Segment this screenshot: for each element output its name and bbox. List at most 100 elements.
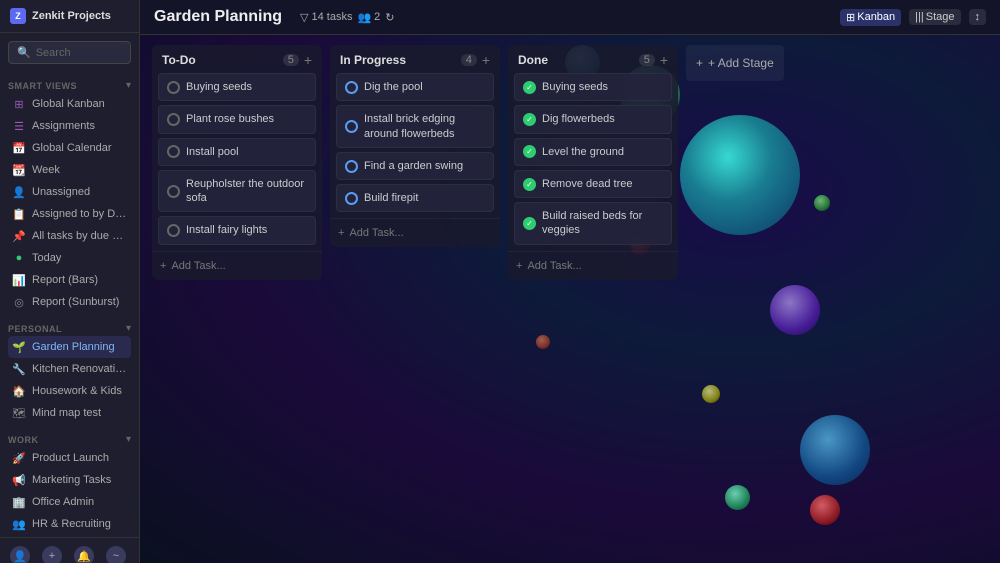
search-bar[interactable]: 🔍 [8,41,131,64]
personal-label: PERSONAL [8,324,62,334]
task-status-circle: ✓ [523,178,536,191]
sidebar-item-label: Today [32,252,61,264]
sidebar-item-label: Assignments [32,120,95,132]
calendar-icon: 📅 [12,141,26,155]
task-text: Buying seeds [542,80,608,94]
work-section: WORK ▾ 🚀 Product Launch 📢 Marketing Task… [0,426,139,537]
add-task-icon: + [338,227,344,239]
task-brick-edging[interactable]: Install brick edging around flowerbeds [336,105,494,148]
personal-header[interactable]: PERSONAL ▾ [8,321,131,336]
add-task-icon: + [516,260,522,272]
sidebar-item-label: Week [32,164,60,176]
work-chevron: ▾ [126,434,131,445]
sidebar-item-label: Office Admin [32,496,94,508]
sidebar-footer: 👤 + 🔔 ~ [0,537,139,563]
sidebar-item-all-tasks[interactable]: 📌 All tasks by due date w/o completed [8,225,131,247]
sidebar-item-label: Assigned to by Due Date [32,208,127,220]
add-task-in-progress-button[interactable]: + Add Task... [338,225,492,241]
sidebar-item-global-calendar[interactable]: 📅 Global Calendar [8,137,131,159]
add-stage-icon: + [696,56,703,70]
sidebar-item-label: Global Kanban [32,98,105,110]
task-install-pool[interactable]: Install pool [158,138,316,166]
add-stage-button[interactable]: + + Add Stage [686,45,784,81]
bubble-small-red2 [810,495,840,525]
task-text: Build raised beds for veggies [542,209,663,238]
columns-wrapper: To-Do 5 + Buying seeds Plant rose bushes [140,35,796,563]
task-buying-seeds-todo[interactable]: Buying seeds [158,73,316,101]
users-badge[interactable]: 👥 2 [357,11,380,24]
sidebar-item-product-launch[interactable]: 🚀 Product Launch [8,447,131,469]
sidebar-item-assignments[interactable]: ☰ Assignments [8,115,131,137]
main-content: Garden Planning ▽ 14 tasks 👥 2 ↻ ⊞ Kanba… [140,0,1000,563]
column-done-body: ✓ Buying seeds ✓ Dig flowerbeds ✓ Level … [508,73,678,251]
sidebar-item-label: Mind map test [32,407,101,419]
kanban-view-toggle[interactable]: ⊞ Kanban [840,9,901,26]
task-raised-beds[interactable]: ✓ Build raised beds for veggies [514,202,672,245]
sidebar-item-report-bars[interactable]: 📊 Report (Bars) [8,269,131,291]
task-build-firepit[interactable]: Build firepit [336,184,494,212]
activity-icon[interactable]: ~ [106,546,126,563]
user-icon[interactable]: 👤 [10,546,30,563]
sidebar-item-unassigned[interactable]: 👤 Unassigned [8,181,131,203]
refresh-badge[interactable]: ↻ [385,11,394,24]
column-in-progress: In Progress 4 + Dig the pool Install bri… [330,45,500,247]
sidebar-item-assigned-due[interactable]: 📋 Assigned to by Due Date [8,203,131,225]
sidebar-item-week[interactable]: 📆 Week [8,159,131,181]
sort-toggle[interactable]: ↕ [969,9,987,25]
personal-chevron: ▾ [126,323,131,334]
column-done-add[interactable]: + [660,53,668,67]
kanban-label: Kanban [857,11,895,23]
stage-view-toggle[interactable]: ||| Stage [909,9,960,25]
work-header[interactable]: WORK ▾ [8,432,131,447]
search-input[interactable] [36,47,122,59]
sidebar-item-label: Housework & Kids [32,385,122,397]
sidebar-item-garden-planning[interactable]: 🌱 Garden Planning [8,336,131,358]
sidebar-item-label: Marketing Tasks [32,474,111,486]
task-level-ground[interactable]: ✓ Level the ground [514,138,672,166]
header-right: ⊞ Kanban ||| Stage ↕ [840,9,986,26]
sidebar-item-kitchen-renovation[interactable]: 🔧 Kitchen Renovation [8,358,131,380]
sidebar-item-office-admin[interactable]: 🏢 Office Admin [8,491,131,513]
column-todo-add[interactable]: + [304,53,312,67]
task-garden-swing[interactable]: Find a garden swing [336,152,494,180]
column-done-header: Done 5 + [508,45,678,73]
bubble-large-blue2 [800,415,870,485]
task-status-circle [167,81,180,94]
task-reupholster[interactable]: Reupholster the outdoor sofa [158,170,316,213]
bell-icon[interactable]: 🔔 [74,546,94,563]
work-label: WORK [8,435,39,445]
column-in-progress-body: Dig the pool Install brick edging around… [330,73,500,218]
add-stage-label: + Add Stage [708,56,774,70]
add-task-todo-button[interactable]: + Add Task... [160,258,314,274]
sidebar-item-housework-kids[interactable]: 🏠 Housework & Kids [8,380,131,402]
kitchen-icon: 🔧 [12,362,26,376]
task-buying-seeds-done[interactable]: ✓ Buying seeds [514,73,672,101]
product-icon: 🚀 [12,451,26,465]
sidebar-item-global-kanban[interactable]: ⊞ Global Kanban [8,93,131,115]
sidebar-item-report-sunburst[interactable]: ◎ Report (Sunburst) [8,291,131,313]
sidebar-item-marketing-tasks[interactable]: 📢 Marketing Tasks [8,469,131,491]
task-plant-rose[interactable]: Plant rose bushes [158,105,316,133]
sidebar: Z Zenkit Projects 🔍 SMART VIEWS ▾ ⊞ Glob… [0,0,140,563]
app-logo: Z [10,8,26,24]
assigned-icon: 📋 [12,207,26,221]
task-text: Install brick edging around flowerbeds [364,112,485,141]
filter-badge[interactable]: ▽ 14 tasks [300,11,352,24]
task-remove-dead-tree[interactable]: ✓ Remove dead tree [514,170,672,198]
sidebar-item-hr-recruiting[interactable]: 👥 HR & Recruiting [8,513,131,535]
sidebar-item-today[interactable]: ● Today [8,247,131,269]
task-status-circle [167,185,180,198]
smart-views-header[interactable]: SMART VIEWS ▾ [8,78,131,93]
task-dig-flowerbeds[interactable]: ✓ Dig flowerbeds [514,105,672,133]
column-in-progress-add[interactable]: + [482,53,490,67]
column-in-progress-footer: + Add Task... [330,218,500,247]
task-dig-pool[interactable]: Dig the pool [336,73,494,101]
office-icon: 🏢 [12,495,26,509]
task-status-circle: ✓ [523,145,536,158]
plus-icon[interactable]: + [42,546,62,563]
task-fairy-lights[interactable]: Install fairy lights [158,216,316,244]
all-tasks-icon: 📌 [12,229,26,243]
bars-icon: 📊 [12,273,26,287]
sidebar-item-mind-map[interactable]: 🗺 Mind map test [8,402,131,424]
add-task-done-button[interactable]: + Add Task... [516,258,670,274]
